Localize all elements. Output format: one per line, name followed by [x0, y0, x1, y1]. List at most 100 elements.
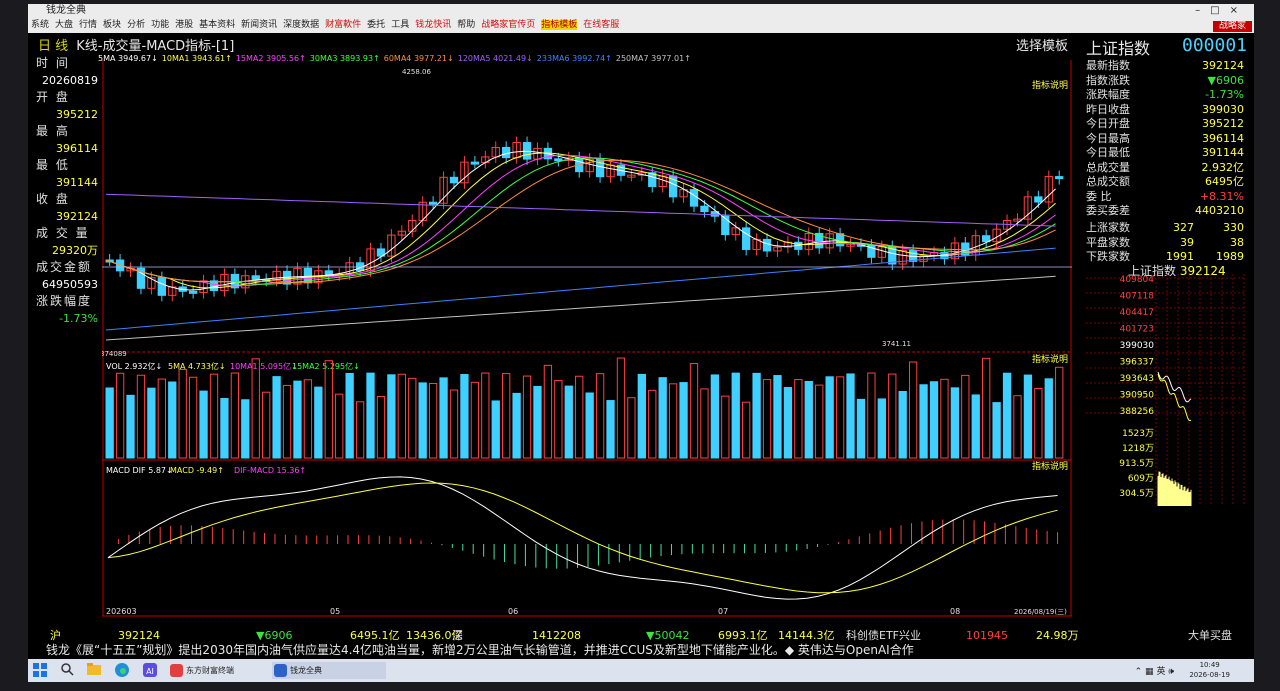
- quote-row-value: 4403210: [1195, 204, 1244, 217]
- taskbar-app-eastmoney[interactable]: 东方财富终端: [168, 662, 286, 679]
- menu-item[interactable]: 基本资料: [199, 20, 235, 30]
- info-panel: 时 间 20260819 开 盘 395212 最 高 396114 最 低 3…: [36, 55, 98, 327]
- taskbar-app-qianlong[interactable]: 钱龙全典: [272, 662, 386, 679]
- candle: [251, 275, 260, 280]
- volume-bar: [136, 374, 146, 459]
- volume-bar: [627, 397, 636, 459]
- menu-item[interactable]: 帮助: [457, 20, 475, 30]
- start-button[interactable]: [32, 662, 48, 679]
- menu-item[interactable]: 系统: [31, 20, 49, 30]
- quote-panel: 上证指数 000001 最新指数 392124 指数涨跌 ▼6906 涨跌幅度 -1.73…: [1086, 35, 1248, 263]
- menu-item[interactable]: 新闻资讯: [241, 20, 277, 30]
- candle: [700, 205, 709, 213]
- template-select[interactable]: 选择模板: [1016, 35, 1068, 54]
- menu-item[interactable]: 委托: [367, 20, 385, 30]
- system-tray[interactable]: ⌃ ▦ 英 🕪: [1135, 664, 1174, 677]
- macd-legend-item: DIF-MACD 15.36↑: [234, 466, 306, 475]
- menu-item[interactable]: 分析: [127, 20, 145, 30]
- menu-item[interactable]: 行情: [79, 20, 97, 30]
- x-tick-label: 06: [508, 607, 518, 616]
- quote-row-value: 2.932亿: [1201, 160, 1245, 174]
- news-ticker[interactable]: 钱龙《展“十五五”规划》提出2030年国内油气供应量达4.4亿吨油当量，新增2万…: [46, 642, 1066, 658]
- close-label: 收 盘: [36, 192, 70, 206]
- index-code: 000001: [1182, 35, 1248, 56]
- indicator-note: 指标说明: [1032, 353, 1068, 365]
- volume-bar: [272, 376, 281, 459]
- menu-item[interactable]: 板块: [103, 20, 121, 30]
- network-icon[interactable]: ▦: [1145, 667, 1154, 677]
- indicator-note: 指标说明: [1032, 79, 1068, 91]
- menu-item[interactable]: 港股: [175, 20, 193, 30]
- edge-icon[interactable]: [114, 662, 130, 679]
- intraday-mini-chart[interactable]: 409804 407118 404417 401723 399030 396337 3936…: [1086, 274, 1246, 514]
- quote-row-label: 指数涨跌: [1086, 73, 1130, 87]
- menu-item[interactable]: 大盘: [55, 20, 73, 30]
- speaker-icon[interactable]: 🕪: [1168, 667, 1174, 677]
- volume-bar: [668, 383, 678, 459]
- change-label: 涨跌幅度: [36, 294, 93, 308]
- candle: [742, 227, 751, 250]
- ma-line: [105, 152, 1056, 289]
- volume-bar: [804, 380, 813, 459]
- taskbar-clock[interactable]: 10:49 2026-08-19: [1189, 660, 1230, 680]
- menu-item[interactable]: 指标模板: [541, 20, 578, 30]
- breadth-value-1: 327: [1173, 221, 1194, 234]
- menu-item[interactable]: 在线客服: [583, 20, 619, 30]
- volume-label: 成 交 量: [36, 226, 90, 240]
- chevron-up-icon[interactable]: ⌃: [1135, 667, 1143, 677]
- change-value: -1.73%: [59, 312, 98, 325]
- volume-bar: [710, 374, 720, 459]
- volume-bar: [303, 379, 313, 459]
- volume-bar: [230, 372, 240, 459]
- windows-icon: [33, 663, 47, 677]
- svg-text:AI: AI: [146, 667, 154, 676]
- brand-button[interactable]: 战略家: [1212, 21, 1252, 32]
- volume-bar: [961, 374, 970, 459]
- x-tick-label: 07: [718, 607, 728, 616]
- quote-row-label: 总成交量: [1086, 160, 1130, 174]
- menu-item[interactable]: 功能: [151, 20, 169, 30]
- volume-bar: [105, 387, 114, 459]
- menu-item[interactable]: 战略家官传页: [481, 20, 535, 30]
- search-taskbar-icon[interactable]: [60, 662, 74, 679]
- etf-value: 101945: [966, 629, 1008, 642]
- volume-bar: [877, 398, 886, 459]
- candle: [762, 238, 772, 252]
- volume-bar: [282, 384, 292, 459]
- menu-item[interactable]: 财富軟件: [325, 20, 361, 30]
- volume-bar: [648, 389, 657, 459]
- file-explorer-icon[interactable]: [86, 662, 102, 679]
- chart-area[interactable]: 4258.063741.11374089指标说明指标说明指标说明VOL 2.93…: [102, 60, 1078, 622]
- low-price-label: 3741.11: [882, 340, 911, 348]
- quote-row-value: 396114: [1202, 131, 1244, 145]
- volume-bar: [616, 357, 626, 459]
- volume-bar: [835, 376, 845, 459]
- big-order-label: 大单买盘: [1188, 629, 1232, 642]
- volume-legend-item: 15MA2 5.295亿↓: [292, 361, 360, 371]
- ime-indicator[interactable]: 英: [1156, 667, 1165, 677]
- volume-bar: [898, 390, 907, 459]
- volume-bar: [992, 402, 1001, 459]
- window-controls[interactable]: –□×: [1195, 4, 1248, 18]
- volume-bar: [502, 373, 511, 459]
- volume-bar: [533, 385, 542, 459]
- close-value: 392124: [56, 210, 98, 223]
- volume-bar: [867, 372, 876, 459]
- ai-app-icon[interactable]: AI: [142, 662, 158, 679]
- mini-volume-label: 1523万: [1122, 429, 1154, 439]
- volume-bar: [241, 399, 250, 459]
- high-value: 396114: [56, 142, 98, 155]
- period-selector[interactable]: 日 线: [38, 39, 68, 54]
- volume-bar: [355, 401, 365, 459]
- volume-value: 29320万: [52, 244, 98, 257]
- menu-item[interactable]: 钱龙快讯: [415, 20, 451, 30]
- quote-row: 今日最高 396114: [1086, 132, 1244, 146]
- volume-bar: [700, 388, 709, 459]
- macd-legend-item: MACD DIF 5.87↓: [106, 466, 173, 475]
- menu-item[interactable]: 工具: [391, 20, 409, 30]
- candle: [188, 290, 198, 294]
- quote-row-label: 昨日收盘: [1086, 102, 1130, 116]
- menu-item[interactable]: 深度数据: [283, 20, 319, 30]
- volume-bar: [888, 373, 897, 459]
- volume-bar: [418, 382, 427, 459]
